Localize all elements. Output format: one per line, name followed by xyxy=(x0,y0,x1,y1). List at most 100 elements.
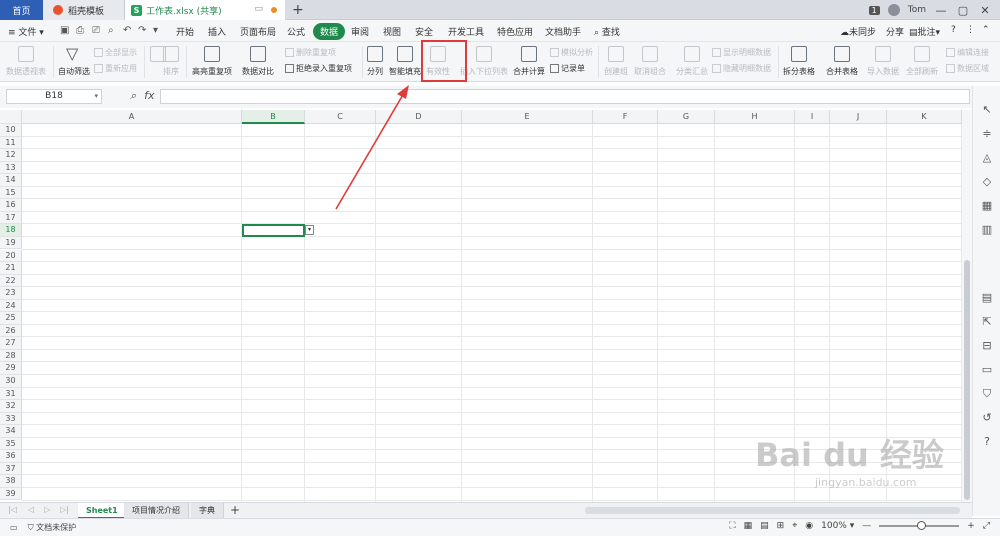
subtotal-button[interactable]: 分类汇总 xyxy=(676,44,708,78)
active-cell[interactable] xyxy=(242,223,305,237)
highlight-duplicates-button[interactable]: 高亮重复项 xyxy=(192,44,232,78)
insert-dropdown-button[interactable]: 插入下拉列表 xyxy=(460,44,508,78)
zoom-slider-knob[interactable] xyxy=(917,521,927,530)
image-icon[interactable]: ▭ xyxy=(981,364,993,376)
preview-icon[interactable]: ⌕ xyxy=(108,25,114,36)
row-header-36[interactable]: 36 xyxy=(0,450,22,463)
add-sheet-button[interactable]: + xyxy=(230,503,240,517)
data-compare-button[interactable]: 数据对比 xyxy=(242,44,274,78)
menu-file[interactable]: ≡ 文件 ▾ xyxy=(8,25,44,38)
menu-insert[interactable]: 插入 xyxy=(208,25,226,38)
column-header-a[interactable]: A xyxy=(22,110,242,124)
row-header-38[interactable]: 38 xyxy=(0,475,22,488)
reapply-button[interactable]: 重新应用 xyxy=(94,63,137,74)
comment-button[interactable]: ▤批注▾ xyxy=(909,25,940,38)
row-header-25[interactable]: 25 xyxy=(0,312,22,325)
row-header-15[interactable]: 15 xyxy=(0,186,22,200)
prev-sheet-icon[interactable]: ◁ xyxy=(28,505,34,514)
more-options-icon[interactable]: ⋮ xyxy=(966,25,975,35)
column-header-j[interactable]: J xyxy=(830,110,887,124)
reject-duplicates-button[interactable]: 拒绝录入重复项 xyxy=(285,63,352,74)
row-header-18[interactable]: 18 xyxy=(0,224,22,237)
expand-icon[interactable]: ⤢ xyxy=(983,521,990,531)
column-header-d[interactable]: D xyxy=(376,110,462,124)
column-header-i[interactable]: I xyxy=(795,110,830,124)
show-all-button[interactable]: 全部显示 xyxy=(94,47,137,58)
row-header-39[interactable]: 39 xyxy=(0,487,22,501)
monitor-icon[interactable]: ▭ xyxy=(254,4,263,14)
menu-security[interactable]: 安全 xyxy=(415,25,433,38)
column-header-e[interactable]: E xyxy=(462,110,593,124)
row-header-10[interactable]: 10 xyxy=(0,124,22,137)
tab-docer-store[interactable]: 稻壳模板 xyxy=(43,0,125,20)
row-header-26[interactable]: 26 xyxy=(0,324,22,338)
eye-icon[interactable]: ◉ xyxy=(805,521,813,531)
grid-icon[interactable]: ▦ xyxy=(981,200,993,212)
zoom-out-button[interactable]: — xyxy=(862,521,871,531)
row-header-21[interactable]: 21 xyxy=(0,262,22,275)
sync-status[interactable]: ☁未同步 xyxy=(840,25,876,38)
column-header-k[interactable]: K xyxy=(887,110,962,124)
style-icon[interactable]: ◬ xyxy=(981,152,993,164)
undo-icon[interactable]: ↶ xyxy=(123,25,131,36)
row-header-34[interactable]: 34 xyxy=(0,425,22,438)
name-box[interactable]: B18 ▾ xyxy=(6,89,102,104)
chart-icon[interactable]: ▥ xyxy=(981,224,993,236)
row-header-32[interactable]: 32 xyxy=(0,400,22,413)
row-header-24[interactable]: 24 xyxy=(0,299,22,313)
row-header-31[interactable]: 31 xyxy=(0,387,22,401)
archive-icon[interactable]: ⊟ xyxy=(981,340,993,352)
row-header-35[interactable]: 35 xyxy=(0,437,22,451)
next-sheet-icon[interactable]: ▷ xyxy=(44,505,50,514)
row-header-16[interactable]: 16 xyxy=(0,199,22,212)
row-header-11[interactable]: 11 xyxy=(0,136,22,150)
share-button[interactable]: 分享 xyxy=(886,25,904,38)
redo-icon[interactable]: ↷ xyxy=(138,25,146,36)
delete-duplicates-button[interactable]: 删除重复项 xyxy=(285,47,336,58)
ungroup-button[interactable]: 取消组合 xyxy=(634,44,666,78)
maximize-icon[interactable]: ▢ xyxy=(956,4,970,17)
row-header-20[interactable]: 20 xyxy=(0,249,22,262)
more-icon[interactable]: ▾ xyxy=(153,25,158,36)
avatar[interactable] xyxy=(887,4,900,16)
macro-icon[interactable]: ▭ xyxy=(10,523,18,532)
refresh-all-button[interactable]: 全部刷新 xyxy=(906,44,938,78)
menu-search[interactable]: ⌕ 查找 xyxy=(594,25,620,38)
library-icon[interactable]: ▤ xyxy=(981,292,993,304)
function-icon[interactable]: fx xyxy=(144,89,154,103)
first-sheet-icon[interactable]: |◁ xyxy=(8,505,17,514)
zoom-level[interactable]: 100% ▾ xyxy=(821,521,854,531)
row-header-22[interactable]: 22 xyxy=(0,274,22,288)
fullscreen-icon[interactable]: ⛶ xyxy=(729,521,735,531)
row-header-23[interactable]: 23 xyxy=(0,287,22,300)
formula-input[interactable] xyxy=(160,89,970,104)
tab-home[interactable]: 首页 xyxy=(0,0,43,20)
smart-fill-button[interactable]: 智能填充 xyxy=(389,44,421,78)
column-header-c[interactable]: C xyxy=(305,110,376,124)
sort-button[interactable]: 排序 xyxy=(163,44,179,78)
zoom-slider[interactable] xyxy=(879,521,960,530)
adjust-icon[interactable]: ≑ xyxy=(981,128,993,140)
minimize-icon[interactable]: — xyxy=(934,4,948,17)
select-all-corner[interactable] xyxy=(0,110,22,124)
help-icon[interactable]: ? xyxy=(951,25,956,35)
menu-data[interactable]: 数据 xyxy=(313,23,346,40)
user-name[interactable]: Tom xyxy=(908,5,926,15)
menu-page-layout[interactable]: 页面布局 xyxy=(240,25,276,38)
auto-filter-button[interactable]: ▽ 自动筛选 xyxy=(58,44,90,78)
row-header-12[interactable]: 12 xyxy=(0,149,22,162)
menu-view[interactable]: 视图 xyxy=(383,25,401,38)
menu-formula[interactable]: 公式 xyxy=(287,25,305,38)
pagebreak-view-icon[interactable]: ⊞ xyxy=(777,521,785,531)
simulation-analysis-button[interactable]: 模拟分析 xyxy=(550,47,593,58)
tab-document[interactable]: S 工作表.xlsx (共享) ▭ xyxy=(125,0,285,20)
menu-special[interactable]: 特色应用 xyxy=(497,25,533,38)
shield-icon[interactable]: ⛉ xyxy=(981,388,993,400)
row-header-17[interactable]: 17 xyxy=(0,211,22,225)
column-header-b[interactable]: B xyxy=(242,110,305,124)
row-header-30[interactable]: 30 xyxy=(0,375,22,388)
shape-icon[interactable]: ◇ xyxy=(981,176,993,188)
create-group-button[interactable]: 创建组 xyxy=(604,44,628,78)
zoom-icon[interactable]: ⌕ xyxy=(130,89,136,103)
row-header-19[interactable]: 19 xyxy=(0,236,22,250)
